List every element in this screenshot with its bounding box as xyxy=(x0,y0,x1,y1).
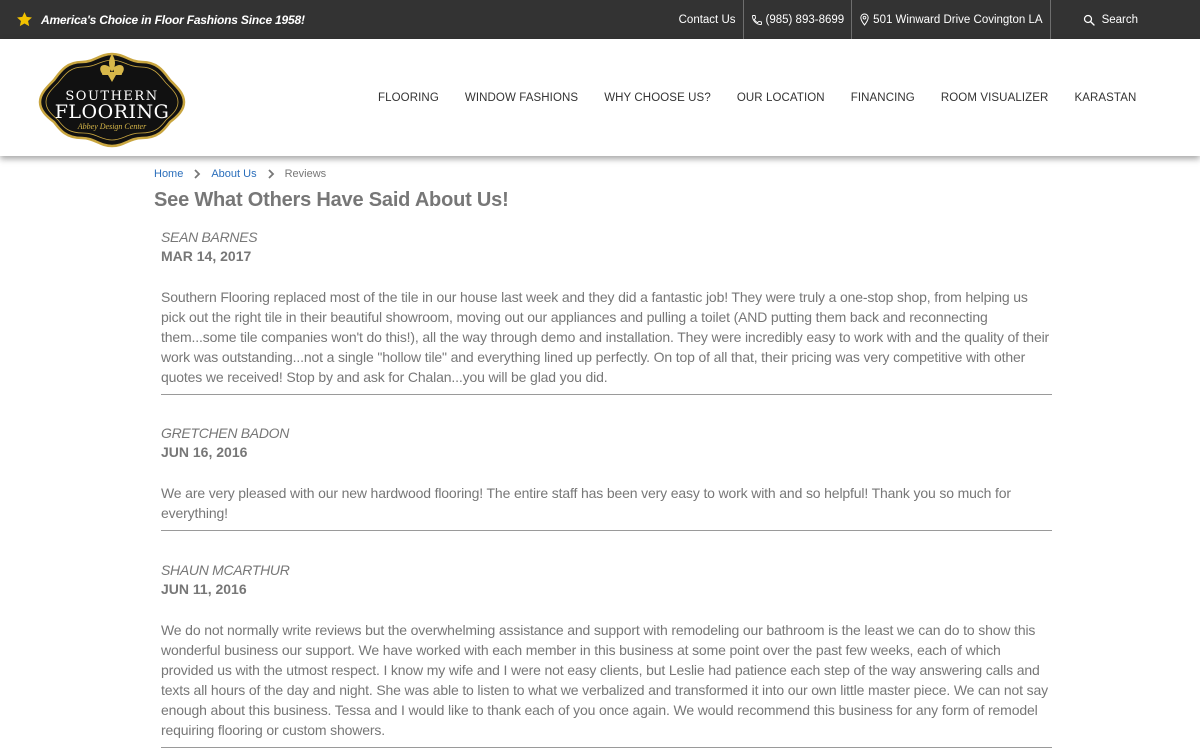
review-text: Southern Flooring replaced most of the t… xyxy=(161,289,1050,385)
breadcrumb: Home About Us Reviews xyxy=(154,166,1054,182)
phone-icon xyxy=(751,14,762,25)
review-date: JUN 16, 2016 xyxy=(161,444,248,460)
map-pin-icon xyxy=(860,13,869,26)
reviewer-name: SHAUN MCARTHUR xyxy=(161,562,290,578)
search-button[interactable]: Search xyxy=(1051,0,1200,39)
main-nav: FLOORING WINDOW FASHIONS WHY CHOOSE US? … xyxy=(365,39,1149,156)
nav-item-financing[interactable]: FINANCING xyxy=(851,92,915,104)
nav-item-window-fashions[interactable]: WINDOW FASHIONS xyxy=(465,92,578,104)
tagline-text: America's Choice in Floor Fashions Since… xyxy=(41,12,305,27)
phone-number: (985) 893-8699 xyxy=(765,13,845,26)
review-item: SEAN BARNES MAR 14, 2017 Southern Floori… xyxy=(161,229,1052,395)
address-text: 501 Winward Drive Covington LA xyxy=(873,13,1043,26)
main-content: Home About Us Reviews See What Others Ha… xyxy=(154,166,1054,748)
phone-link[interactable]: (985) 893-8699 xyxy=(744,0,852,39)
page-title: See What Others Have Said About Us! xyxy=(154,189,509,211)
review-item: GRETCHEN BADON JUN 16, 2016 We are very … xyxy=(161,425,1052,531)
top-links: Contact Us (985) 893-8699 501 Winward Dr… xyxy=(672,0,1200,39)
breadcrumb-home[interactable]: Home xyxy=(154,168,183,180)
reviewer-name: SEAN BARNES xyxy=(161,229,258,245)
search-icon xyxy=(1083,14,1095,26)
search-label: Search xyxy=(1101,13,1138,26)
chevron-right-icon xyxy=(194,169,201,179)
tagline: America's Choice in Floor Fashions Since… xyxy=(16,0,305,39)
nav-item-room-visualizer[interactable]: ROOM VISUALIZER xyxy=(941,92,1049,104)
review-item: SHAUN MCARTHUR JUN 11, 2016 We do not no… xyxy=(161,562,1052,748)
nav-item-flooring[interactable]: FLOORING xyxy=(378,92,439,104)
breadcrumb-about-us[interactable]: About Us xyxy=(211,168,256,180)
chevron-right-icon xyxy=(267,169,274,179)
address-link[interactable]: 501 Winward Drive Covington LA xyxy=(852,0,1049,39)
reviewer-name: GRETCHEN BADON xyxy=(161,425,290,441)
breadcrumb-current: Reviews xyxy=(284,168,327,180)
nav-item-why-choose-us[interactable]: WHY CHOOSE US? xyxy=(604,92,711,104)
review-date: MAR 14, 2017 xyxy=(161,248,252,264)
contact-us-label: Contact Us xyxy=(678,13,736,26)
review-text: We do not normally write reviews but the… xyxy=(161,622,1048,738)
nav-item-karastan[interactable]: KARASTAN xyxy=(1074,92,1136,104)
contact-us-link[interactable]: Contact Us xyxy=(672,0,743,39)
nav-item-our-location[interactable]: OUR LOCATION xyxy=(737,92,825,104)
southern-flooring-logo[interactable]: SOUTHERN FLOORING Abbey Design Center xyxy=(38,50,186,150)
review-date: JUN 11, 2016 xyxy=(161,581,247,597)
logo-line3: Abbey Design Center xyxy=(77,122,147,131)
logo-line2: FLOORING xyxy=(55,101,170,123)
top-bar: America's Choice in Floor Fashions Since… xyxy=(0,0,1200,39)
review-text: We are very pleased with our new hardwoo… xyxy=(161,485,1011,521)
star-icon xyxy=(17,12,32,27)
site-header: SOUTHERN FLOORING Abbey Design Center FL… xyxy=(0,39,1200,156)
